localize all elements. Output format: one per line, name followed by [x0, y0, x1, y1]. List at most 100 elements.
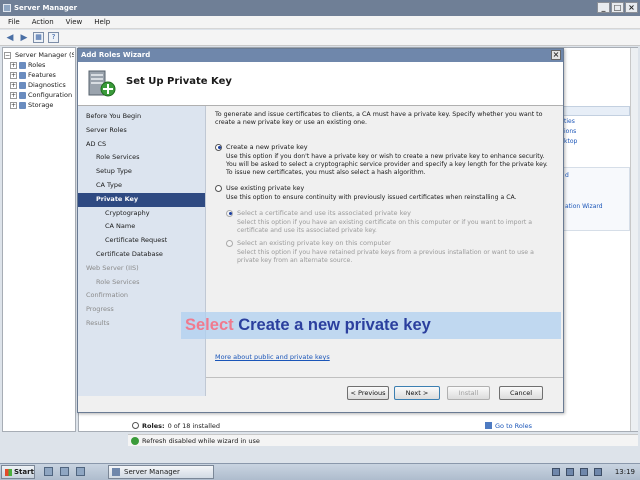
- option-create-new-key[interactable]: Create a new private key: [215, 143, 308, 151]
- radio-create-new-key[interactable]: [215, 143, 222, 151]
- tree-root[interactable]: − Server Manager (S: [4, 50, 74, 60]
- maximize-button[interactable]: □: [611, 2, 624, 13]
- expand-icon[interactable]: +: [10, 91, 17, 99]
- sub-option-label: Select a certificate and use its associa…: [237, 209, 411, 217]
- wizard-header: Set Up Private Key: [78, 62, 563, 106]
- collapse-section-icon[interactable]: [132, 422, 139, 429]
- menu-view[interactable]: View: [62, 16, 87, 28]
- instruction-caption: Select Create a new private key: [181, 312, 561, 339]
- more-about-keys-link[interactable]: More about public and private keys: [215, 353, 330, 361]
- tray-display-icon[interactable]: [594, 468, 602, 476]
- tree-root-label: Server Manager (S: [15, 51, 74, 59]
- cancel-button[interactable]: Cancel: [499, 386, 543, 400]
- go-to-roles-link[interactable]: Go to Roles: [495, 422, 532, 430]
- tree-item-label: Roles: [28, 61, 46, 69]
- roles-status: 0 of 18 installed: [167, 422, 221, 430]
- option-label: Create a new private key: [226, 143, 308, 151]
- wizard-close-button[interactable]: ×: [551, 50, 561, 60]
- action-link[interactable]: ation Wizard: [565, 203, 629, 210]
- radio-select-certificate: [226, 209, 233, 217]
- quicklaunch-server-manager-icon[interactable]: [44, 467, 53, 476]
- sub-option-select-certificate: Select a certificate and use its associa…: [226, 209, 411, 217]
- start-label: Start: [14, 468, 34, 476]
- step-web-server-iis: Web Server (IIS): [86, 263, 139, 272]
- taskbar-item-server-manager[interactable]: Server Manager: [108, 465, 214, 479]
- clock[interactable]: 13:19: [615, 464, 635, 480]
- tree-item-label: Features: [28, 71, 56, 79]
- next-button[interactable]: Next >: [394, 386, 440, 400]
- diagnostics-icon: [19, 81, 26, 89]
- step-server-roles[interactable]: Server Roles: [78, 124, 205, 138]
- expand-icon[interactable]: +: [10, 101, 17, 109]
- taskbar: Start Server Manager 13:19: [0, 463, 640, 480]
- step-ca-type[interactable]: CA Type: [78, 179, 205, 193]
- step-certificate-request[interactable]: Certificate Request: [78, 234, 205, 248]
- tray-network-icon[interactable]: [552, 468, 560, 476]
- forward-arrow-icon[interactable]: ▶: [19, 33, 29, 43]
- tree-item-configuration[interactable]: + Configuration: [4, 90, 74, 100]
- storage-icon: [19, 101, 26, 109]
- taskbar-item-label: Server Manager: [124, 468, 180, 476]
- features-icon: [19, 71, 26, 79]
- quicklaunch-powershell-icon[interactable]: [60, 467, 69, 476]
- toolbar: ◀ ▶ ▦ ?: [0, 30, 640, 46]
- step-before-you-begin[interactable]: Before You Begin: [78, 110, 205, 124]
- wizard-steps: Before You Begin Server Roles AD CS Role…: [78, 106, 206, 396]
- menu-action[interactable]: Action: [28, 16, 58, 28]
- action-link[interactable]: ties: [564, 118, 630, 125]
- help-icon[interactable]: ?: [48, 32, 59, 43]
- wizard-footer: < Previous Next > Install Cancel: [206, 377, 563, 410]
- server-manager-icon: [3, 4, 11, 12]
- step-ca-name[interactable]: CA Name: [78, 220, 205, 234]
- option-description: Use this option to ensure continuity wit…: [226, 194, 517, 201]
- expand-icon[interactable]: +: [10, 61, 17, 69]
- show-hide-tree-icon[interactable]: ▦: [33, 32, 44, 43]
- option-use-existing-key[interactable]: Use existing private key: [215, 184, 304, 192]
- roles-icon: [19, 61, 26, 69]
- configuration-icon: [19, 91, 26, 99]
- radio-use-existing-key[interactable]: [215, 184, 222, 192]
- expand-icon[interactable]: +: [10, 71, 17, 79]
- wizard-titlebar: Add Roles Wizard ×: [78, 49, 563, 62]
- start-button[interactable]: Start: [1, 465, 35, 479]
- step-certificate-database[interactable]: Certificate Database: [78, 248, 205, 262]
- step-setup-type[interactable]: Setup Type: [78, 165, 205, 179]
- server-manager-icon: [112, 468, 120, 476]
- tray-volume-icon[interactable]: [580, 468, 588, 476]
- close-button[interactable]: ×: [625, 2, 638, 13]
- minimize-button[interactable]: _: [597, 2, 610, 13]
- status-bar: Refresh disabled while wizard in use: [128, 434, 638, 446]
- action-link[interactable]: ktop: [564, 138, 630, 145]
- collapse-icon[interactable]: −: [4, 51, 11, 59]
- previous-button[interactable]: < Previous: [347, 386, 389, 400]
- step-private-key[interactable]: Private Key: [78, 192, 205, 207]
- sub-option-label: Select an existing private key on this c…: [237, 239, 391, 247]
- sub-option-description: Select this option if you have retained …: [237, 249, 534, 264]
- step-ad-cs[interactable]: AD CS: [78, 138, 205, 152]
- server-roles-icon: [88, 70, 116, 97]
- vertical-scrollbar[interactable]: [630, 48, 638, 431]
- step-cryptography[interactable]: Cryptography: [78, 207, 205, 221]
- quicklaunch-explorer-icon[interactable]: [76, 467, 85, 476]
- window-controls: _ □ ×: [597, 2, 638, 13]
- menu-help[interactable]: Help: [90, 16, 114, 28]
- tray-action-center-icon[interactable]: [566, 468, 574, 476]
- back-arrow-icon[interactable]: ◀: [5, 33, 15, 43]
- caption-keyword: Select: [185, 316, 234, 334]
- step-confirmation: Confirmation: [86, 291, 129, 300]
- server-manager-titlebar: Server Manager _ □ ×: [0, 0, 640, 16]
- caption-text: Create a new private key: [238, 316, 431, 334]
- step-role-services[interactable]: Role Services: [78, 151, 205, 165]
- tree-item-features[interactable]: + Features: [4, 70, 74, 80]
- tree-item-storage[interactable]: + Storage: [4, 100, 74, 110]
- windows-logo-icon: [5, 469, 12, 476]
- action-link[interactable]: d: [565, 172, 629, 179]
- tree-item-diagnostics[interactable]: + Diagnostics: [4, 80, 74, 90]
- action-link[interactable]: ions: [564, 128, 630, 135]
- actions-header: [560, 106, 630, 116]
- menu-file[interactable]: File: [4, 16, 24, 28]
- step-iis-role-services: Role Services: [96, 277, 140, 286]
- expand-icon[interactable]: +: [10, 81, 17, 89]
- radio-select-existing-key: [226, 239, 233, 247]
- tree-item-roles[interactable]: + Roles: [4, 60, 74, 70]
